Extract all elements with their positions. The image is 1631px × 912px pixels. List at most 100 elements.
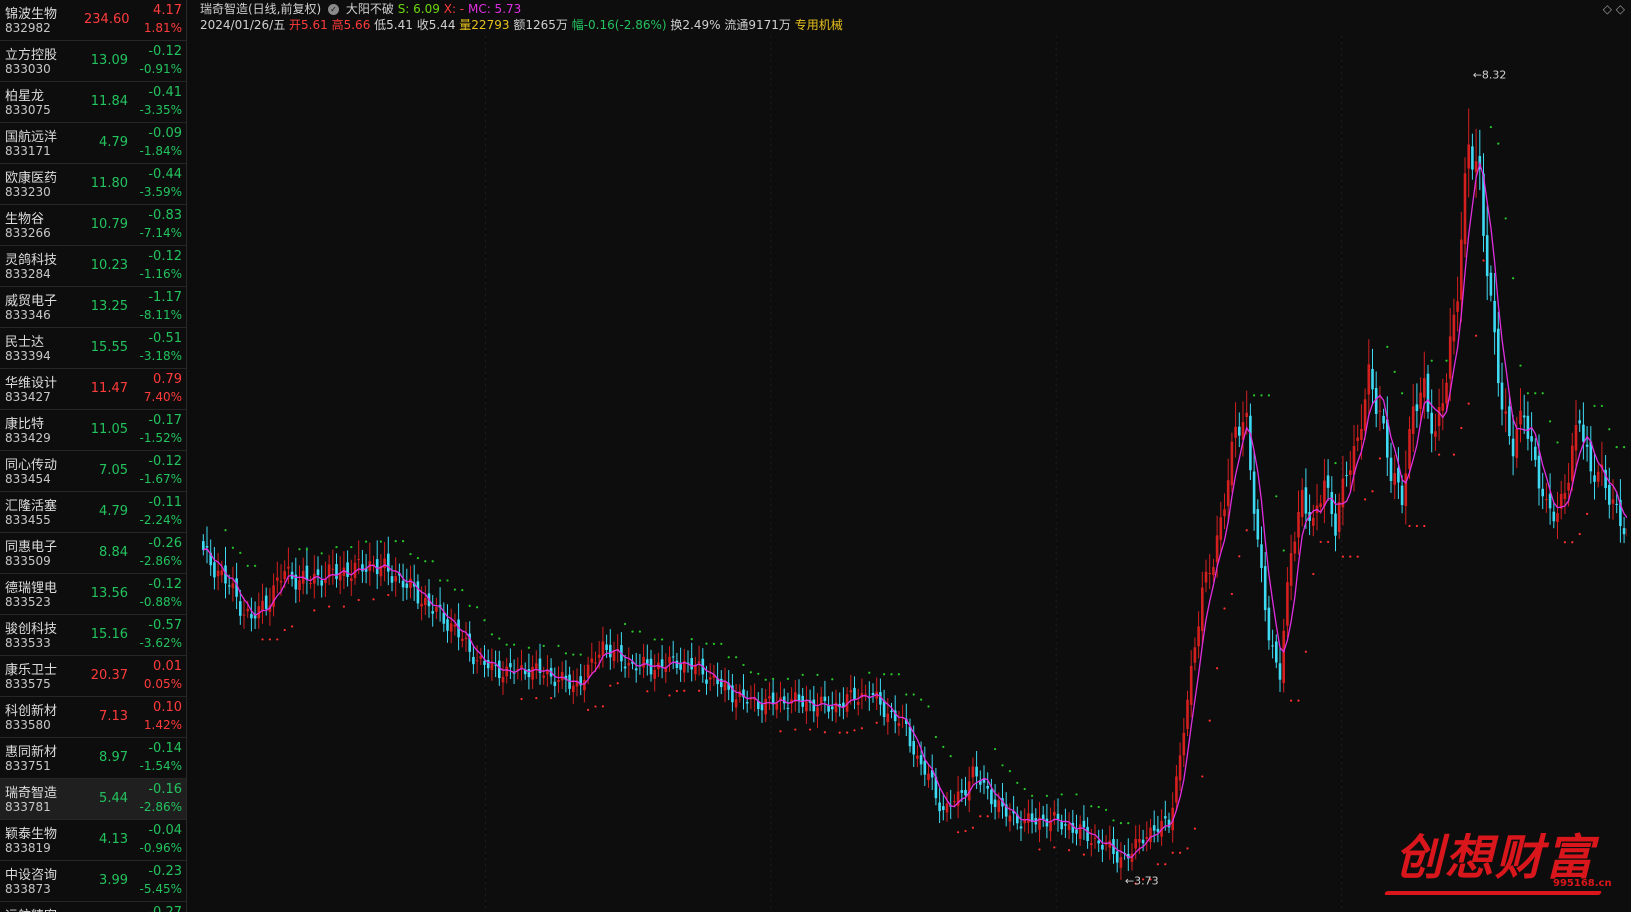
stock-code: 833266 xyxy=(5,226,51,240)
candle-body xyxy=(261,600,264,611)
support-dot xyxy=(1452,453,1455,456)
info-icon[interactable]: ✓ xyxy=(328,4,340,15)
candle-body xyxy=(1027,813,1030,823)
support-dot xyxy=(668,694,671,697)
candle-body xyxy=(1115,851,1119,863)
stock-list-item[interactable]: 立方控股 833030 13.09 -0.12 -0.91% xyxy=(0,41,186,82)
support-dot xyxy=(328,605,331,608)
stock-list-item[interactable]: 柏星龙 833075 11.84 -0.41 -3.35% xyxy=(0,82,186,123)
candle-body xyxy=(1404,473,1408,507)
support-dot xyxy=(1586,512,1589,515)
stock-list-item[interactable]: 德瑞锂电 833523 13.56 -0.12 -0.88% xyxy=(0,574,186,615)
stock-list-item[interactable]: 瑞奇智造 833781 5.44 -0.16 -2.86% xyxy=(0,779,186,820)
stock-list-item[interactable]: 中设咨询 833873 3.99 -0.23 -5.45% xyxy=(0,861,186,902)
stock-list-item[interactable]: 民士达 833394 15.55 -0.51 -3.18% xyxy=(0,328,186,369)
candle-body xyxy=(1411,406,1415,435)
stock-list-item[interactable]: 国航远洋 833171 4.79 -0.09 -1.84% xyxy=(0,123,186,164)
resistance-dot xyxy=(1023,787,1026,791)
stock-list-item[interactable]: 颖泰生物 833819 4.13 -0.04 -0.96% xyxy=(0,820,186,861)
stock-code: 832982 xyxy=(5,21,51,35)
stock-price: 3.99 xyxy=(99,873,128,888)
candle-body xyxy=(1267,607,1271,641)
resistance-dot xyxy=(690,638,693,641)
resistance-dot xyxy=(1526,392,1529,395)
candlestick-chart[interactable]: ←8.32 ←3.73 xyxy=(200,36,1627,912)
stock-list-item[interactable]: 远航精密 -0.27 xyxy=(0,902,186,912)
stock-name: 灵鸽科技 xyxy=(5,253,58,268)
candle-body xyxy=(723,682,727,691)
stock-name: 生物谷 xyxy=(5,212,45,227)
stock-list-item[interactable]: 同心传动 833454 7.05 -0.12 -1.67% xyxy=(0,451,186,492)
stock-list-item[interactable]: 惠同新材 833751 8.97 -0.14 -1.54% xyxy=(0,738,186,779)
candle-body xyxy=(216,570,220,577)
candle-body xyxy=(1189,665,1193,705)
support-dot xyxy=(1179,851,1182,854)
candle-body xyxy=(1275,641,1278,663)
bar-low: 低5.41 xyxy=(374,18,413,32)
candle-body xyxy=(1441,403,1445,411)
stock-list-item[interactable]: 骏创科技 833533 15.16 -0.57 -3.62% xyxy=(0,615,186,656)
stock-list-item[interactable]: 华维设计 833427 11.47 0.79 7.40% xyxy=(0,369,186,410)
candle-body xyxy=(771,692,775,705)
stock-name: 中设咨询 xyxy=(5,868,58,883)
stock-change: -0.14 xyxy=(148,741,182,756)
stock-list-item[interactable]: 汇隆活塞 833455 4.79 -0.11 -2.24% xyxy=(0,492,186,533)
stock-list-item[interactable]: 康乐卫士 833575 20.37 0.01 0.05% xyxy=(0,656,186,697)
candle-body xyxy=(916,755,919,759)
resistance-dot xyxy=(920,698,923,701)
stock-change-pct: -2.24% xyxy=(139,513,182,527)
stock-change: -0.12 xyxy=(148,454,182,469)
stock-change-pct: -2.86% xyxy=(139,800,182,814)
stock-change-pct: -3.35% xyxy=(139,103,182,117)
stock-list-item[interactable]: 同惠电子 833509 8.84 -0.26 -2.86% xyxy=(0,533,186,574)
stock-list-item[interactable]: 锦波生物 832982 234.60 4.17 1.81% xyxy=(0,0,186,41)
indicator-s: S: 6.09 xyxy=(397,2,440,16)
stock-change: 0.10 xyxy=(153,700,182,715)
stock-list-item[interactable]: 灵鸽科技 833284 10.23 -0.12 -1.16% xyxy=(0,246,186,287)
stock-list-item[interactable]: 科创新材 833580 7.13 0.10 1.42% xyxy=(0,697,186,738)
stock-name: 颖泰生物 xyxy=(5,827,58,842)
stock-change: 0.79 xyxy=(153,372,182,387)
stock-list-item[interactable]: 威贸电子 833346 13.25 -1.17 -8.11% xyxy=(0,287,186,328)
candle-body xyxy=(634,668,638,671)
support-dot xyxy=(1038,848,1041,851)
resistance-dot xyxy=(868,671,871,674)
candle-body xyxy=(993,799,997,808)
stock-price: 4.79 xyxy=(99,135,128,150)
stock-list[interactable]: 锦波生物 832982 234.60 4.17 1.81% 立方控股 833030 13.09… xyxy=(0,0,187,912)
candle-body xyxy=(357,559,360,561)
candle-body xyxy=(1245,412,1248,417)
candle-body xyxy=(1526,415,1530,439)
support-dot xyxy=(357,598,360,602)
stock-change-pct: 7.40% xyxy=(143,390,182,404)
resistance-dot xyxy=(720,642,723,645)
stock-title: 瑞奇智造(日线,前复权) xyxy=(200,2,322,16)
stock-change-pct: -3.59% xyxy=(139,185,182,199)
candle-body xyxy=(653,670,656,679)
candle-body xyxy=(623,666,627,669)
stock-price: 5.44 xyxy=(99,791,128,806)
resistance-dot xyxy=(661,638,664,641)
stock-list-item[interactable]: 康比特 833429 11.05 -0.17 -1.52% xyxy=(0,410,186,451)
candle-body xyxy=(912,741,915,755)
stock-list-item[interactable]: 欧康医药 833230 11.80 -0.44 -3.59% xyxy=(0,164,186,205)
stock-change: -0.26 xyxy=(148,536,182,551)
stock-change: -0.04 xyxy=(148,823,182,838)
candle-body xyxy=(953,801,956,803)
stock-price: 4.79 xyxy=(99,504,128,519)
stock-list-item[interactable]: 生物谷 833266 10.79 -0.83 -7.14% xyxy=(0,205,186,246)
support-dot xyxy=(964,829,967,833)
resistance-dot xyxy=(483,619,486,622)
bar-amplitude: 幅-0.16(-2.86%) xyxy=(571,18,667,32)
candle-body xyxy=(1415,404,1419,412)
candle-body xyxy=(745,702,749,704)
extreme-label: ←3.73 xyxy=(1125,875,1159,888)
stock-name: 欧康医药 xyxy=(5,171,58,186)
candle-body xyxy=(594,662,597,664)
resistance-dot xyxy=(786,677,790,680)
support-dot xyxy=(550,696,553,700)
candle-body xyxy=(919,755,923,765)
stock-name: 汇隆活塞 xyxy=(5,499,58,514)
window-controls[interactable]: ◇ ◇ xyxy=(1603,2,1625,16)
resistance-dot xyxy=(912,693,915,696)
